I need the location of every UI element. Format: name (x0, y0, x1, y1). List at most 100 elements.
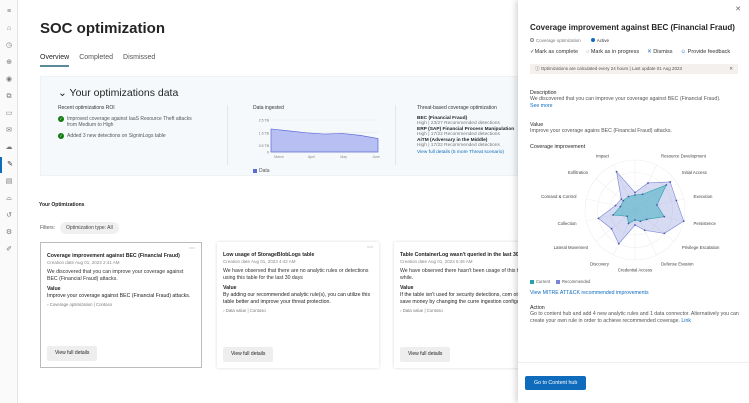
card-value: By adding our recommended analytic rule(… (223, 292, 371, 306)
card-meta: ▫ Data value | Contoso (223, 308, 373, 314)
action-text: Go to content hub and add 4 new analytic… (530, 311, 739, 325)
threat-column: Threat-based coverage optimization BEC (… (417, 105, 527, 155)
clock-icon[interactable]: ◷ (0, 38, 18, 54)
action-link[interactable]: Link (681, 318, 691, 324)
card-meta-text: Data value | Contoso (225, 308, 266, 314)
legend-label: Recommended (561, 279, 591, 284)
graduate-icon[interactable]: ⌓ (0, 191, 18, 207)
axis-label: Defense Evasion (661, 262, 694, 267)
roi-item: ✓ Improved coverage against IaaS Resource… (58, 116, 198, 128)
see-more-link[interactable]: See more (530, 103, 740, 110)
label: Dismiss (653, 49, 673, 55)
axis-label: Discovery (590, 262, 610, 267)
feedback-button[interactable]: ☺ Provide feedback (681, 49, 731, 55)
axis-label: Privilege Escalation (682, 245, 720, 250)
roi-text: Added 3 new detections on SigninLogs tab… (67, 133, 166, 139)
legend-swatch (555, 279, 560, 284)
feedback-icon: ☺ (680, 49, 688, 55)
tab-dismissed[interactable]: Dismissed (123, 54, 155, 67)
wand-icon[interactable]: ✎ (0, 157, 18, 173)
shield-icon[interactable]: ⊕ (0, 55, 18, 71)
data-point (615, 170, 618, 173)
check-icon: ✓ (58, 116, 64, 122)
ingest-column: Data ingested 2.5 TB 1.5 TB 0.5 TB 0 March Ap… (253, 105, 383, 174)
roi-heading: Recent optimizations ROI (58, 105, 115, 111)
value-text: Improve your coverage agains BEC (Financ… (530, 128, 672, 134)
coverage-radar-chart: Reconnaissance Resource Development Initia… (541, 152, 720, 273)
divider (395, 105, 396, 165)
more-options-icon[interactable]: ⋯ (189, 245, 195, 253)
globe-icon[interactable]: ◉ (0, 72, 18, 88)
tab-completed[interactable]: Completed (79, 54, 113, 67)
axis-label: Exfiltration (568, 170, 589, 175)
data-point (634, 219, 636, 221)
ingest-heading: Data ingested (253, 105, 284, 111)
y-tick-label: 1.5 TB (259, 131, 270, 135)
filters-label: Filters: (40, 225, 55, 231)
dismiss-button[interactable]: ✕ Dismiss (647, 49, 672, 55)
legend-current: Current (530, 279, 550, 284)
close-icon[interactable]: ✕ (735, 5, 741, 13)
link-icon[interactable]: ⧉ (0, 89, 18, 105)
data-point (619, 205, 622, 208)
data-point (669, 181, 672, 183)
mark-complete-button[interactable]: ✓Mark as complete (530, 49, 578, 55)
view-full-details-button[interactable]: View full details (223, 347, 274, 362)
axis-label: Impact (596, 153, 610, 158)
optimization-card[interactable]: ⋯ Low usage of StorageBlobLogs table Creat… (217, 242, 379, 368)
data-point (639, 220, 642, 223)
section-toggle[interactable]: ⌄ Your optimizations data (58, 87, 178, 99)
document-icon[interactable]: ▤ (0, 174, 18, 190)
menu-icon[interactable]: ≡ (0, 4, 18, 20)
action-section: Action Go to content hub and add 4 new an… (530, 305, 740, 325)
data-point (643, 229, 646, 232)
chart-legend: Data (253, 168, 383, 174)
axis-label: Credential Access (618, 268, 652, 273)
optimizations-data-section: ⌄ Your optimizations data Recent optimiz… (40, 76, 520, 176)
y-tick-label: 0.5 TB (259, 144, 270, 148)
coverage-label: Coverage improvement (530, 144, 586, 150)
home-icon[interactable]: ⌂ (0, 21, 18, 37)
data-point (620, 198, 623, 200)
device-icon[interactable]: ▭ (0, 106, 18, 122)
card-date: Creation date Aug 01, 2023 2:41 AM (47, 260, 120, 266)
threat-heading: Threat-based coverage optimization (417, 105, 497, 111)
roi-column: Recent optimizations ROI ✓ Improved cover… (58, 105, 198, 144)
card-description: We have observed that there are no analy… (223, 268, 369, 282)
go-to-content-hub-button[interactable]: Go to Content hub (525, 376, 587, 390)
gear-icon[interactable]: ⚙ (0, 225, 18, 241)
y-tick-label: 2.5 TB (259, 119, 270, 123)
cloud-icon[interactable]: ☁ (0, 140, 18, 156)
tabs: Overview Completed Dismissed (40, 54, 155, 67)
circle-icon (530, 38, 534, 42)
view-full-details-button[interactable]: View full details (47, 346, 98, 361)
view-full-details-button[interactable]: View full details (400, 347, 451, 362)
history-icon[interactable]: ↺ (0, 208, 18, 224)
optimization-card[interactable]: ⋯ Coverage improvement against BEC (Finan… (40, 242, 202, 368)
mitre-link[interactable]: View MITRE ATT&CK recommended improvemen… (530, 290, 740, 296)
pencil-icon[interactable]: ✐ (0, 242, 18, 258)
mark-in-progress-button[interactable]: ◌ Mark as in progress (586, 49, 639, 55)
data-point (641, 193, 644, 196)
data-point (634, 191, 636, 194)
axis-label: Lateral Movement (554, 245, 589, 250)
data-ingested-chart: 2.5 TB 1.5 TB 0.5 TB 0 March April May June (259, 119, 380, 160)
data-point (663, 215, 666, 218)
your-optimizations-heading: Your Optimizations (39, 202, 85, 208)
data-point (614, 204, 617, 207)
legend-recommended: Recommended (555, 279, 591, 284)
axis-label: Comand & Control (541, 194, 576, 199)
filter-chip-optimization-type[interactable]: Optimization type: All (60, 222, 119, 234)
data-point (665, 184, 668, 186)
coverage-section: Coverage improvement (530, 144, 740, 150)
axis-label: Reconnaissance (619, 152, 651, 153)
threat-detail: High | 17/22 Recommended detections (417, 143, 500, 148)
data-point (612, 214, 614, 216)
more-options-icon[interactable]: ⋯ (367, 244, 373, 252)
tab-overview[interactable]: Overview (40, 54, 70, 67)
view-full-details-link[interactable]: View full details (5 more Threat scenari… (417, 150, 527, 155)
close-banner-icon[interactable]: ✕ (729, 64, 733, 74)
card-title: Low usage of StorageBlobLogs table (223, 252, 315, 258)
data-point (622, 199, 625, 202)
mail-icon[interactable]: ✉ (0, 123, 18, 139)
